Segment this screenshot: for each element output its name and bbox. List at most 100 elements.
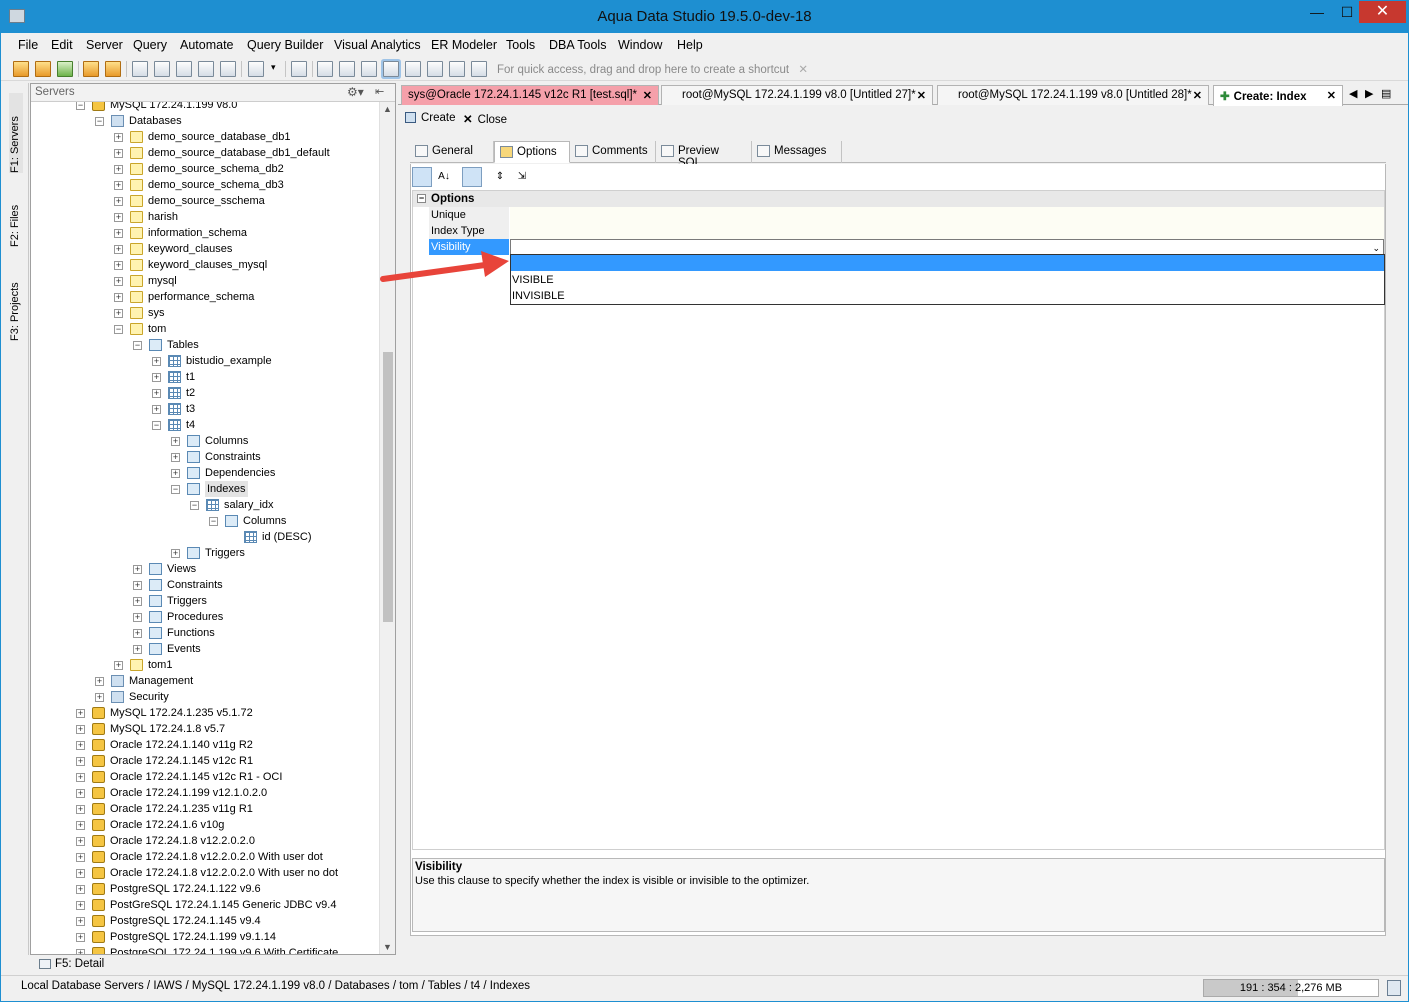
show-description-icon[interactable] (462, 167, 482, 187)
tree-node[interactable]: + Security (31, 689, 379, 705)
scroll-thumb[interactable] (383, 352, 393, 622)
scroll-up-icon[interactable]: ▲ (383, 104, 392, 114)
collapse-icon[interactable]: − (114, 325, 123, 334)
tree-node[interactable]: + t2 (31, 385, 379, 401)
close-window-button[interactable]: ✕ (1359, 1, 1406, 23)
expand-icon[interactable]: + (171, 437, 180, 446)
tree-node[interactable]: + PostgreSQL 172.24.1.122 v9.6 (31, 881, 379, 897)
tree-node[interactable]: + Functions (31, 625, 379, 641)
connect-icon[interactable] (57, 61, 73, 77)
options-section-header[interactable]: − Options (413, 191, 1384, 207)
expand-icon[interactable]: + (76, 725, 85, 734)
expand-icon[interactable]: + (76, 853, 85, 862)
expand-icon[interactable]: + (133, 581, 142, 590)
menu-file[interactable]: File (18, 38, 38, 52)
menu-dba-tools[interactable]: DBA Tools (549, 38, 606, 52)
tab-options[interactable]: Options (494, 141, 570, 163)
notes-icon[interactable] (361, 61, 377, 77)
expand-icon[interactable]: + (76, 901, 85, 910)
expand-icon[interactable]: + (114, 181, 123, 190)
tree-node[interactable]: + performance_schema (31, 289, 379, 305)
expand-all-icon[interactable]: ⇕ (490, 167, 510, 187)
categorized-icon[interactable] (412, 167, 432, 187)
tree-node[interactable]: + Oracle 172.24.1.8 v12.2.0.2.0 With user… (31, 849, 379, 865)
tree-node[interactable]: + tom1 (31, 657, 379, 673)
expand-icon[interactable]: + (76, 837, 85, 846)
tab-scroll-left-icon[interactable]: ◀ (1349, 87, 1357, 100)
collapse-icon[interactable]: − (171, 485, 180, 494)
dropdown-option-invisible[interactable]: INVISIBLE (511, 288, 1384, 304)
query-analyzer-icon[interactable] (132, 61, 148, 77)
tree-node[interactable]: − Databases (31, 113, 379, 129)
grid-icon[interactable] (317, 61, 333, 77)
expand-icon[interactable]: + (76, 917, 85, 926)
schema-compare-icon[interactable] (198, 61, 214, 77)
collapse-icon[interactable]: − (133, 341, 142, 350)
menu-window[interactable]: Window (618, 38, 662, 52)
visibility-select[interactable]: ⌄ (510, 239, 1384, 255)
expand-icon[interactable]: + (114, 229, 123, 238)
split-view-icon[interactable] (405, 61, 421, 77)
menu-server[interactable]: Server (86, 38, 123, 52)
close-tab-icon[interactable]: ✕ (643, 89, 652, 102)
tab-servers[interactable]: F1: Servers (9, 93, 23, 173)
collapse-icon[interactable]: − (190, 501, 199, 510)
tab-preview-sql[interactable]: Preview SQL (656, 141, 752, 169)
expand-icon[interactable]: + (171, 469, 180, 478)
tree-node[interactable]: − t4 (31, 417, 379, 433)
expand-icon[interactable]: + (114, 213, 123, 222)
expand-icon[interactable]: + (152, 405, 161, 414)
tab-general[interactable]: General (410, 141, 494, 163)
create-button[interactable]: Create (405, 112, 456, 124)
expand-icon[interactable]: + (152, 389, 161, 398)
expand-icon[interactable]: + (171, 453, 180, 462)
register-server-icon[interactable] (35, 61, 51, 77)
menu-query-builder[interactable]: Query Builder (247, 38, 323, 52)
tree-node[interactable]: id (DESC) (31, 529, 379, 545)
expand-icon[interactable]: + (152, 373, 161, 382)
window-icon[interactable] (339, 61, 355, 77)
expand-icon[interactable]: + (76, 757, 85, 766)
expand-icon[interactable]: + (114, 149, 123, 158)
tree-node[interactable]: + Views (31, 561, 379, 577)
expand-icon[interactable]: + (76, 821, 85, 830)
tree-node[interactable]: + MySQL 172.24.1.235 v5.1.72 (31, 705, 379, 721)
tree-node[interactable]: + demo_source_schema_db3 (31, 177, 379, 193)
expand-icon[interactable]: + (114, 277, 123, 286)
collapse-icon[interactable]: − (209, 517, 218, 526)
tree-node[interactable]: + information_schema (31, 225, 379, 241)
tab-list-icon[interactable]: ▤ (1381, 87, 1391, 100)
menu-tools[interactable]: Tools (506, 38, 535, 52)
dashboard-icon[interactable] (471, 61, 487, 77)
tab-create-index[interactable]: ✚ Create: Index ✕ (1213, 85, 1343, 106)
dba-tools-icon[interactable] (105, 61, 121, 77)
pin-icon[interactable]: ⇤ (375, 85, 384, 98)
expand-icon[interactable]: + (95, 677, 104, 686)
sort-az-icon[interactable]: A↓ (434, 167, 454, 187)
tree-node[interactable]: + PostgreSQL 172.24.1.145 v9.4 (31, 913, 379, 929)
tree-node[interactable]: − MySQL 172.24.1.199 v8.0 (31, 102, 379, 113)
table-layout-icon[interactable] (383, 61, 399, 77)
tree-node[interactable]: + Columns (31, 433, 379, 449)
menu-help[interactable]: Help (677, 38, 703, 52)
expand-icon[interactable]: + (76, 741, 85, 750)
expand-icon[interactable]: + (133, 565, 142, 574)
tree-node[interactable]: + demo_source_database_db1 (31, 129, 379, 145)
expand-icon[interactable]: + (76, 773, 85, 782)
expand-icon[interactable]: + (76, 869, 85, 878)
tab-untitled-28[interactable]: root@MySQL 172.24.1.199 v8.0 [Untitled 2… (937, 85, 1209, 105)
dropdown-option-visible[interactable]: VISIBLE (511, 272, 1384, 288)
menu-edit[interactable]: Edit (51, 38, 73, 52)
tab-files[interactable]: F2: Files (9, 185, 23, 247)
expand-icon[interactable]: + (76, 885, 85, 894)
query-builder-icon[interactable] (154, 61, 170, 77)
close-button[interactable]: ✕ Close (463, 112, 507, 126)
tree-node[interactable]: + Management (31, 673, 379, 689)
list-view-icon[interactable] (427, 61, 443, 77)
tab-untitled-27[interactable]: root@MySQL 172.24.1.199 v8.0 [Untitled 2… (661, 85, 933, 105)
row-visibility[interactable]: Visibility ⌄ (413, 239, 1384, 255)
expand-icon[interactable]: + (133, 613, 142, 622)
expand-icon[interactable]: + (133, 597, 142, 606)
trash-icon[interactable] (1387, 980, 1401, 996)
minimize-button[interactable]: — (1302, 1, 1332, 23)
